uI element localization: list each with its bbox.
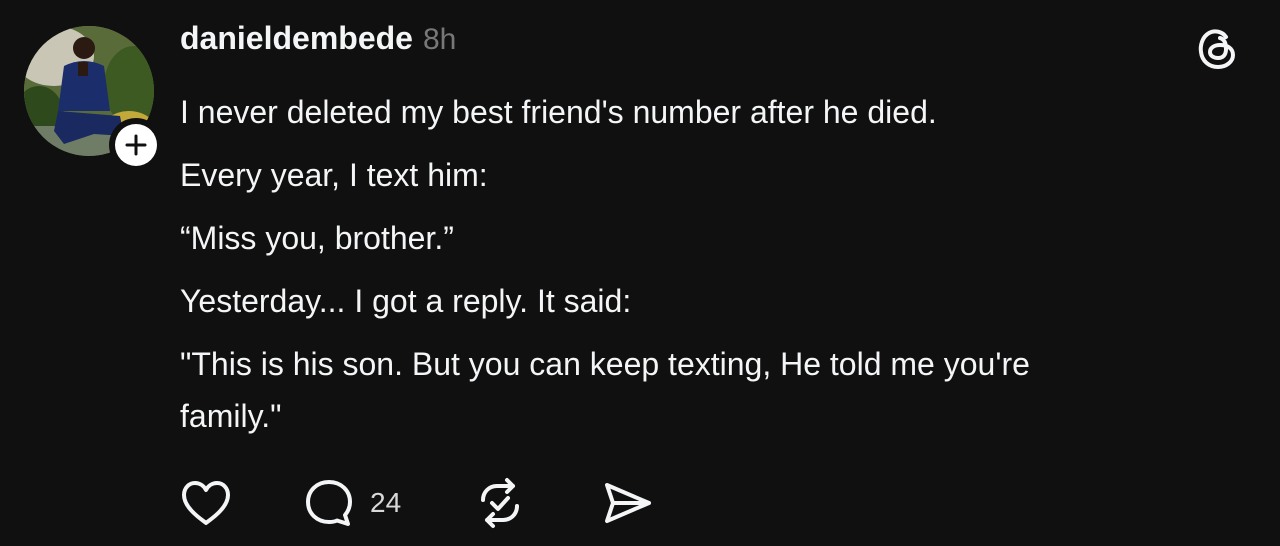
post-text: I never deleted my best friend's number …	[180, 86, 1220, 453]
reply-count: 24	[370, 487, 402, 518]
post-line-4: Yesterday... I got a reply. It said:	[180, 283, 632, 319]
post-header: danieldembede 8h	[180, 20, 456, 60]
repost-icon	[481, 478, 520, 528]
repost-button[interactable]	[473, 476, 527, 530]
post-line-3: “Miss you, brother.”	[180, 220, 454, 256]
avatar-wrapper[interactable]	[24, 26, 163, 172]
post-line-5: "This is his son. But you can keep texti…	[180, 346, 1030, 434]
reply-button[interactable]: 24	[302, 476, 401, 530]
post-line-1: I never deleted my best friend's number …	[180, 94, 937, 130]
like-button[interactable]	[178, 477, 234, 529]
share-button[interactable]	[599, 477, 655, 529]
follow-button-inner	[115, 124, 157, 166]
comment-icon	[306, 480, 352, 526]
follow-button[interactable]	[109, 118, 163, 172]
author-username[interactable]: danieldembede	[180, 20, 413, 57]
send-icon	[605, 483, 652, 523]
post-timestamp[interactable]: 8h	[423, 23, 456, 57]
post-actions: 24	[178, 476, 655, 530]
threads-logo-icon[interactable]	[1193, 24, 1241, 72]
heart-icon	[182, 481, 230, 525]
plus-icon	[125, 134, 147, 156]
post-line-2: Every year, I text him:	[180, 157, 488, 193]
